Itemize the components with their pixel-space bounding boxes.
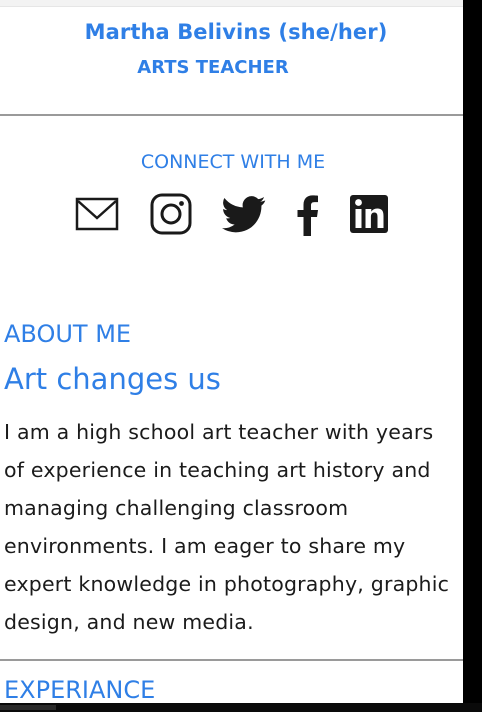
experience-section-label: EXPERIANCE	[4, 676, 156, 703]
instagram-icon[interactable]	[150, 192, 192, 236]
twitter-icon[interactable]	[222, 192, 266, 236]
linkedin-icon[interactable]	[349, 192, 389, 236]
about-section-label: ABOUT ME	[4, 320, 132, 348]
profile-name: Martha Belivins (she/her)	[84, 20, 388, 44]
header-strip	[0, 0, 463, 7]
about-headline: Art changes us	[4, 362, 221, 396]
email-icon[interactable]	[75, 192, 119, 236]
divider	[0, 114, 463, 116]
scrollbar-thumb[interactable]	[0, 705, 56, 710]
connect-heading: CONNECT WITH ME	[140, 151, 326, 173]
horizontal-scrollbar[interactable]	[0, 703, 482, 712]
page-viewport[interactable]: Martha Belivins (she/her) ARTS TEACHER C…	[0, 0, 463, 703]
profile-role: ARTS TEACHER	[137, 57, 289, 78]
social-links	[0, 192, 463, 238]
divider	[0, 659, 463, 661]
about-body: I am a high school art teacher with year…	[4, 420, 450, 634]
facebook-icon[interactable]	[293, 192, 321, 236]
